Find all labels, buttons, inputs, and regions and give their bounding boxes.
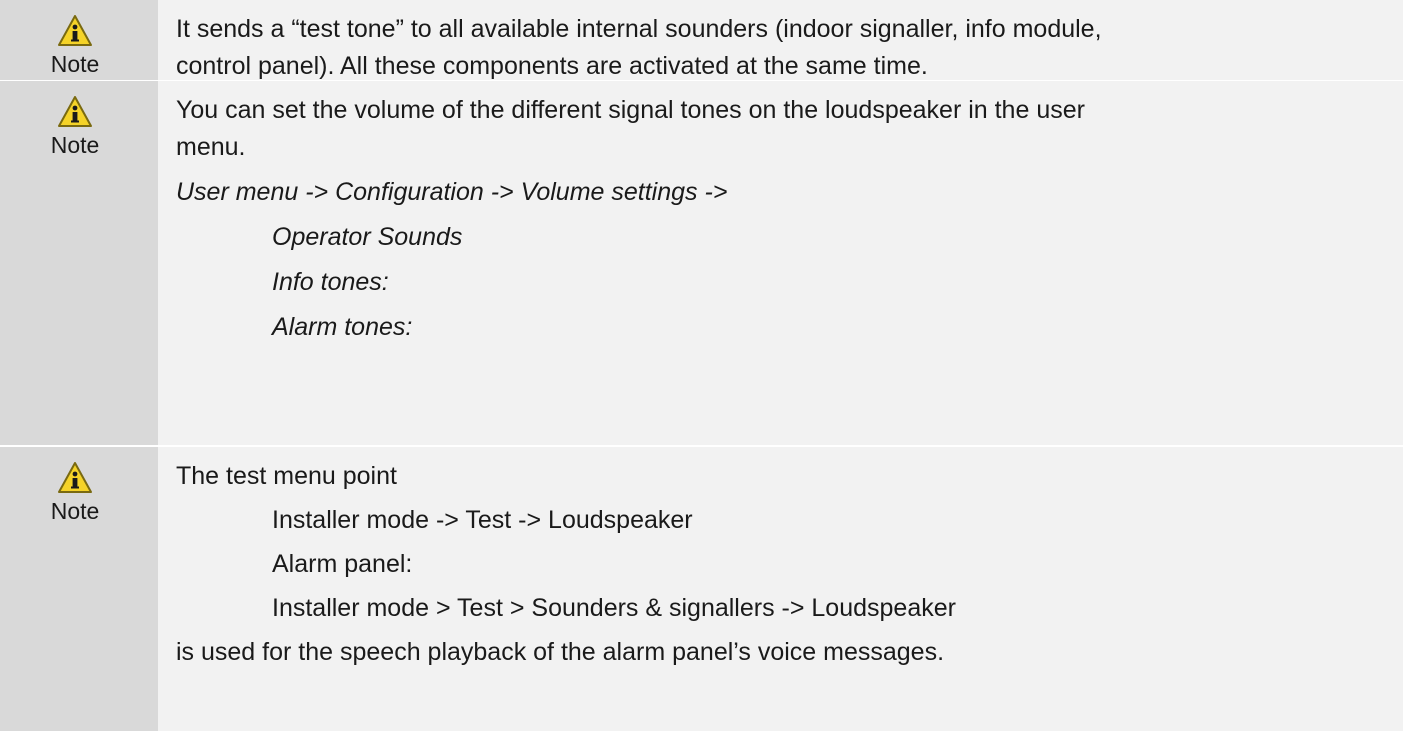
note-row-1: Note It sends a “test tone” to all avail… [0,0,1403,80]
menu-path: Installer mode > Test > Sounders & signa… [272,594,956,622]
note-text-line: menu. [176,133,246,161]
note-sidebar: Note [0,0,158,80]
note-label: Note [50,498,100,524]
menu-path: User menu -> Configuration -> Volume set… [176,178,728,206]
menu-path-item: Alarm panel: [272,550,413,578]
note-row-2: Note You can set the volume of the diffe… [0,81,1403,445]
note-text-line: You can set the volume of the different … [176,96,1085,124]
menu-path: Installer mode -> Test -> Loudspeaker [272,506,693,534]
note-label: Note [50,132,100,158]
menu-path-item: Operator Sounds [272,223,463,251]
note-text-line: It sends a “test tone” to all available … [176,15,1102,43]
note-text-line: is used for the speech playback of the a… [176,638,945,666]
note-sidebar: Note [0,81,158,445]
menu-path-item: Alarm tones: [272,313,413,341]
warning-info-icon [58,462,92,493]
note-content: You can set the volume of the different … [158,81,1403,445]
menu-path-item: Info tones: [272,268,389,296]
note-text-line: The test menu point [176,462,397,490]
warning-info-icon [58,96,92,127]
note-row-3: Note The test menu point Installer mode … [0,447,1403,731]
note-text-line: control panel). All these components are… [176,52,928,80]
note-label: Note [50,51,100,77]
note-sidebar: Note [0,447,158,731]
note-content: The test menu point Installer mode -> Te… [158,447,1403,731]
note-content: It sends a “test tone” to all available … [158,0,1403,80]
warning-info-icon [58,15,92,46]
notes-table: Note It sends a “test tone” to all avail… [0,0,1403,731]
